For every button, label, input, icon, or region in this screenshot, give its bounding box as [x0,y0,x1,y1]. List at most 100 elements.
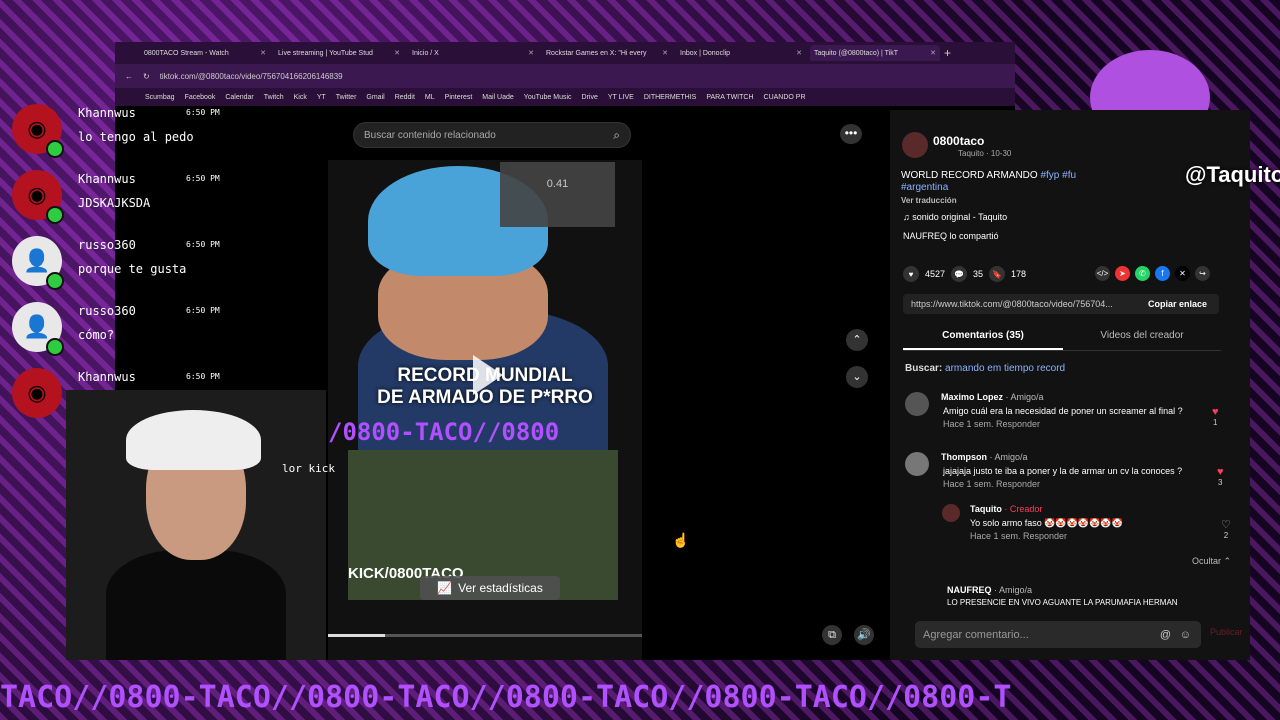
bookmark[interactable]: YT LIVE [608,94,634,101]
browser-tab[interactable]: 0800TACO Stream - Watch ✕ [140,45,270,61]
bookmark[interactable]: DITHERMETHIS [644,94,697,101]
previous-video-button[interactable]: ⌃ [846,329,868,351]
browser-tab-active[interactable]: Taquito (@0800taco) | TikT ✕ [810,45,940,61]
tab-label: Live streaming | YouTube Stud [278,49,373,57]
chat-username: Khannwus [78,172,136,186]
comment-meta[interactable]: Hace 1 sem. Responder [943,419,1040,429]
pip-icon[interactable]: ⧉ [822,625,842,645]
hashtag[interactable]: #argentina [901,182,948,193]
hide-replies-button[interactable]: Ocultar ⌃ [1192,556,1231,567]
tab-label: Inbox | Donoclip [680,49,731,57]
translate-link[interactable]: Ver traducción [901,196,957,205]
publish-button[interactable]: Publicar [1210,627,1243,637]
avatar: ◉ [12,170,64,224]
browser-tab[interactable]: Inbox | Donoclip ✕ [676,45,806,61]
comment-author[interactable]: Maximo Lopez · Amigo/a [941,392,1044,402]
comment-author-name[interactable]: Maximo Lopez [941,392,1003,402]
sound-link[interactable]: ♫ sonido original - Taquito [903,212,1007,222]
comment-like-icon[interactable]: ♡ 2 [1221,518,1231,540]
tab-creator-videos[interactable]: Videos del creador [1063,326,1221,346]
share-icon[interactable]: ↪ [1195,266,1210,281]
close-icon[interactable]: ✕ [662,49,668,57]
back-icon[interactable]: ← [125,72,133,81]
bookmark-icon[interactable]: 🔖 [989,266,1006,282]
embed-icon[interactable]: </> [1095,266,1110,281]
author-name[interactable]: 0800taco [933,134,984,148]
add-comment-input[interactable]: Agregar comentario... @ ☺ [915,621,1201,648]
avatar[interactable] [905,452,929,476]
bookmark[interactable]: Reddit [395,94,415,101]
comment-like-icon[interactable]: ♥ 3 [1217,466,1224,487]
comment-meta[interactable]: Hace 1 sem. Responder [970,531,1067,541]
comment-search-suggestion[interactable]: Buscar: armando em tiempo record [905,363,1065,374]
comment-meta[interactable]: Hace 1 sem. Responder [943,479,1040,489]
chat-message: 👤 russo360 6:50 PM porque te gusta [0,232,340,298]
comment-icon[interactable]: 💬 [951,266,968,282]
chat-time: 6:50 PM [186,240,220,249]
whatsapp-icon[interactable]: ✆ [1135,266,1150,281]
comment-author-name[interactable]: Thompson [941,452,987,462]
comment-author-name[interactable]: NAUFREQ [947,585,992,595]
browser-tab[interactable]: Rockstar Games en X: "Hi every ✕ [542,45,672,61]
avatar: ◉ [12,104,64,158]
avatar[interactable] [905,392,929,416]
address-bar[interactable]: ← ↻ tiktok.com/@0800taco/video/756704166… [115,64,1015,88]
cam-body [106,550,286,660]
search-placeholder: Buscar contenido relacionado [364,129,496,141]
next-video-button[interactable]: ⌄ [846,366,868,388]
bookmark[interactable]: YouTube Music [524,94,572,101]
close-icon[interactable]: ✕ [260,49,266,57]
search-icon[interactable]: ⌕ [613,128,620,143]
reload-icon[interactable]: ↻ [143,72,150,81]
chat-time: 6:50 PM [186,174,220,183]
bookmark[interactable]: CUANDO PR [764,94,806,101]
hashtags[interactable]: #fyp #fu [1040,170,1076,181]
send-icon[interactable]: ➤ [1115,266,1130,281]
related-search-input[interactable]: Buscar contenido relacionado ⌕ [353,122,631,148]
bookmark[interactable]: ML [425,94,435,101]
author-avatar[interactable] [902,132,928,158]
mention-icon[interactable]: @ [1160,629,1171,641]
close-icon[interactable]: ✕ [528,49,534,57]
comment-author[interactable]: Taquito · Creador [970,504,1042,514]
overlay-text: lor kick [282,462,335,475]
search-term[interactable]: armando em tiempo record [945,363,1065,374]
like-count: 4527 [925,269,946,279]
copy-link-button[interactable]: Copiar enlace [1148,299,1207,309]
comment-author-name[interactable]: Taquito [970,504,1002,514]
stream-chat: ◉ Khannwus 6:50 PM lo tengo al pedo ◉ Kh… [0,100,340,430]
browser-tab[interactable]: Live streaming | YouTube Stud ✕ [274,45,404,61]
link-box[interactable]: https://www.tiktok.com/@0800taco/video/7… [903,294,1219,314]
heart-icon[interactable]: ♥ [903,266,919,282]
online-dot [46,206,64,224]
emoji-icon[interactable]: ☺ [1180,629,1191,641]
chat-time: 6:50 PM [186,108,220,117]
bookmark[interactable]: Pinterest [445,94,473,101]
close-icon[interactable]: ✕ [394,49,400,57]
tab-comments[interactable]: Comentarios (35) [903,326,1063,350]
view-stats-button[interactable]: 📈 Ver estadísticas [420,576,560,600]
bookmark[interactable]: Mail Uade [482,94,514,101]
video-progress-bar[interactable] [328,634,642,637]
comment-author[interactable]: Thompson · Amigo/a [941,452,1028,462]
comment-author[interactable]: NAUFREQ · Amigo/a [947,585,1032,595]
comment-like-icon[interactable]: ♥ 1 [1212,406,1219,427]
video-player[interactable]: 0.41 RECORD MUNDIAL DE ARMADO DE P*RRO /… [328,160,642,660]
bookmark[interactable]: Gmail [366,94,384,101]
save-count: 178 [1011,269,1027,279]
play-icon[interactable] [473,355,503,395]
volume-icon[interactable]: 🔊 [854,625,874,645]
url-text[interactable]: tiktok.com/@0800taco/video/7567041662061… [160,72,343,81]
search-label: Buscar: [905,363,943,374]
x-icon[interactable]: ✕ [1175,266,1190,281]
close-icon[interactable]: ✕ [796,49,802,57]
bookmark[interactable]: PARA TWITCH [706,94,753,101]
more-options-icon[interactable]: ••• [840,124,862,144]
bookmark[interactable]: Drive [582,94,598,101]
close-icon[interactable]: ✕ [930,49,936,57]
chat-time: 6:50 PM [186,372,220,381]
facebook-icon[interactable]: f [1155,266,1170,281]
new-tab-icon[interactable]: + [944,46,951,60]
avatar[interactable] [942,504,960,522]
browser-tab[interactable]: Inicio / X ✕ [408,45,538,61]
